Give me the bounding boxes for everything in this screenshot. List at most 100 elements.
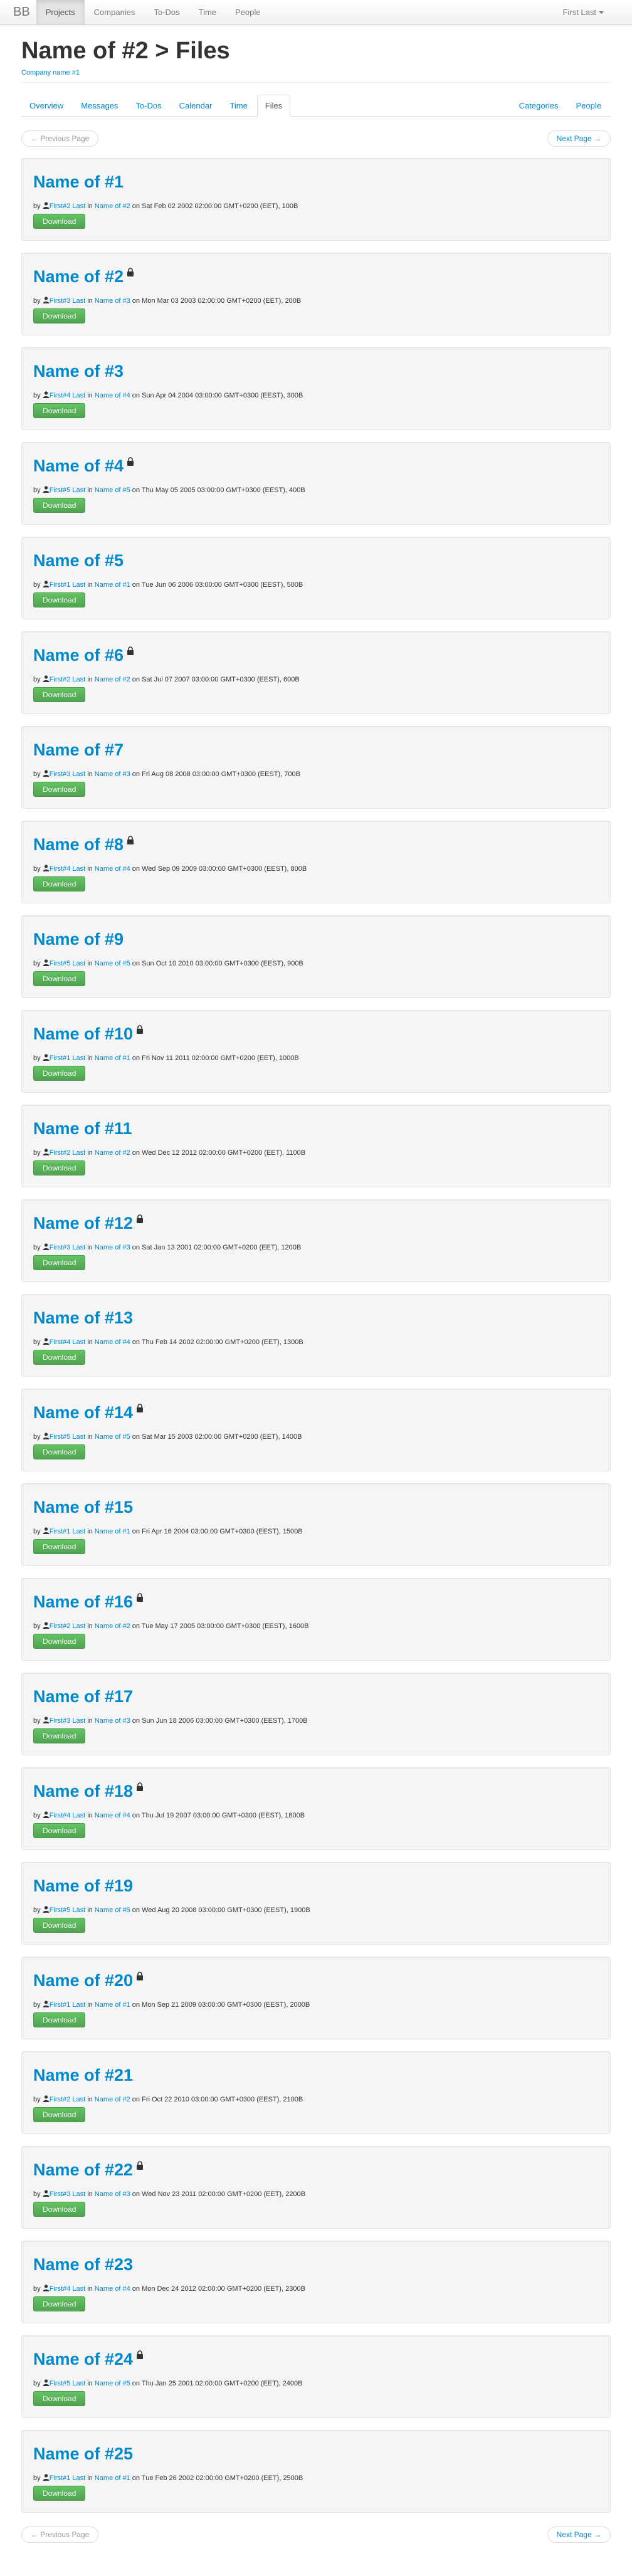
project-link[interactable]: Name of #1 bbox=[95, 2001, 130, 2009]
download-button[interactable]: Download bbox=[33, 498, 86, 513]
project-link[interactable]: Name of #5 bbox=[95, 960, 130, 967]
author-link[interactable]: First#2 Last bbox=[50, 1149, 85, 1157]
download-button[interactable]: Download bbox=[33, 2012, 86, 2027]
download-button[interactable]: Download bbox=[33, 1350, 86, 1365]
next-page-button[interactable]: Next Page → bbox=[547, 130, 611, 147]
file-title-link[interactable]: Name of #15 bbox=[33, 1498, 133, 1517]
download-button[interactable]: Download bbox=[33, 1918, 86, 1933]
author-link[interactable]: First#1 Last bbox=[50, 581, 85, 589]
author-link[interactable]: First#2 Last bbox=[50, 1622, 85, 1630]
download-button[interactable]: Download bbox=[33, 1160, 86, 1175]
file-title-link[interactable]: Name of #4 bbox=[33, 456, 124, 475]
author-link[interactable]: First#4 Last bbox=[50, 865, 85, 873]
file-title-link[interactable]: Name of #22 bbox=[33, 2160, 133, 2179]
file-title-link[interactable]: Name of #18 bbox=[33, 1782, 133, 1801]
download-button[interactable]: Download bbox=[33, 1255, 86, 1270]
download-button[interactable]: Download bbox=[33, 1066, 86, 1081]
project-link[interactable]: Name of #2 bbox=[95, 676, 130, 683]
author-link[interactable]: First#2 Last bbox=[50, 2096, 85, 2103]
nav-item-companies[interactable]: Companies bbox=[85, 0, 145, 24]
user-menu-dropdown[interactable]: First Last bbox=[554, 0, 613, 24]
nav-item-todos[interactable]: To-Dos bbox=[144, 0, 189, 24]
author-link[interactable]: First#4 Last bbox=[50, 1812, 85, 1819]
author-link[interactable]: First#1 Last bbox=[50, 1528, 85, 1535]
project-link[interactable]: Name of #4 bbox=[95, 392, 130, 399]
project-link[interactable]: Name of #1 bbox=[95, 2474, 130, 2482]
project-link[interactable]: Name of #4 bbox=[95, 2285, 130, 2293]
download-button[interactable]: Download bbox=[33, 1823, 86, 1838]
tab-todos[interactable]: To-Dos bbox=[127, 95, 169, 116]
nav-item-people[interactable]: People bbox=[226, 0, 270, 24]
project-link[interactable]: Name of #4 bbox=[95, 865, 130, 873]
tab-files[interactable]: Files bbox=[256, 95, 291, 117]
project-link[interactable]: Name of #5 bbox=[95, 1433, 130, 1441]
download-button[interactable]: Download bbox=[33, 2486, 86, 2501]
next-page-button[interactable]: Next Page → bbox=[547, 2526, 611, 2543]
file-title-link[interactable]: Name of #17 bbox=[33, 1687, 133, 1706]
author-link[interactable]: First#1 Last bbox=[50, 2474, 85, 2482]
brand-logo[interactable]: BB bbox=[9, 0, 36, 24]
download-button[interactable]: Download bbox=[33, 971, 86, 986]
download-button[interactable]: Download bbox=[33, 308, 86, 323]
download-button[interactable]: Download bbox=[33, 214, 86, 229]
project-link[interactable]: Name of #5 bbox=[95, 2380, 130, 2387]
download-button[interactable]: Download bbox=[33, 1634, 86, 1649]
file-title-link[interactable]: Name of #23 bbox=[33, 2255, 133, 2274]
tab-overview[interactable]: Overview bbox=[21, 95, 71, 116]
download-button[interactable]: Download bbox=[33, 2107, 86, 2122]
company-link[interactable]: Company name #1 bbox=[21, 69, 80, 76]
author-link[interactable]: First#3 Last bbox=[50, 1244, 85, 1251]
file-title-link[interactable]: Name of #12 bbox=[33, 1214, 133, 1233]
nav-item-time[interactable]: Time bbox=[189, 0, 226, 24]
file-title-link[interactable]: Name of #25 bbox=[33, 2444, 133, 2463]
file-title-link[interactable]: Name of #14 bbox=[33, 1403, 133, 1422]
file-title-link[interactable]: Name of #1 bbox=[33, 172, 124, 191]
project-link[interactable]: Name of #4 bbox=[95, 1812, 130, 1819]
file-title-link[interactable]: Name of #11 bbox=[33, 1119, 132, 1138]
author-link[interactable]: First#4 Last bbox=[50, 392, 85, 399]
file-title-link[interactable]: Name of #2 bbox=[33, 267, 124, 286]
file-title-link[interactable]: Name of #21 bbox=[33, 2066, 133, 2084]
project-link[interactable]: Name of #3 bbox=[95, 297, 130, 305]
tab-calendar[interactable]: Calendar bbox=[171, 95, 221, 116]
tab-messages[interactable]: Messages bbox=[73, 95, 126, 116]
project-link[interactable]: Name of #1 bbox=[95, 1054, 130, 1062]
download-button[interactable]: Download bbox=[33, 782, 86, 797]
file-title-link[interactable]: Name of #9 bbox=[33, 930, 124, 949]
author-link[interactable]: First#3 Last bbox=[50, 297, 85, 305]
project-link[interactable]: Name of #5 bbox=[95, 486, 130, 494]
author-link[interactable]: First#5 Last bbox=[50, 1433, 85, 1441]
file-title-link[interactable]: Name of #5 bbox=[33, 551, 124, 570]
download-button[interactable]: Download bbox=[33, 1539, 86, 1554]
file-title-link[interactable]: Name of #8 bbox=[33, 835, 124, 854]
previous-page-button[interactable]: ← Previous Page bbox=[21, 130, 99, 147]
download-button[interactable]: Download bbox=[33, 687, 86, 702]
author-link[interactable]: First#5 Last bbox=[50, 960, 85, 967]
project-link[interactable]: Name of #5 bbox=[95, 1906, 130, 1914]
file-title-link[interactable]: Name of #6 bbox=[33, 646, 124, 665]
file-title-link[interactable]: Name of #19 bbox=[33, 1876, 133, 1895]
author-link[interactable]: First#4 Last bbox=[50, 2285, 85, 2293]
project-link[interactable]: Name of #3 bbox=[95, 1244, 130, 1251]
file-title-link[interactable]: Name of #16 bbox=[33, 1592, 133, 1611]
download-button[interactable]: Download bbox=[33, 592, 86, 607]
file-title-link[interactable]: Name of #24 bbox=[33, 2350, 133, 2368]
download-button[interactable]: Download bbox=[33, 403, 86, 418]
file-title-link[interactable]: Name of #20 bbox=[33, 1971, 133, 1990]
author-link[interactable]: First#3 Last bbox=[50, 770, 85, 778]
project-link[interactable]: Name of #2 bbox=[95, 1622, 130, 1630]
project-link[interactable]: Name of #2 bbox=[95, 1149, 130, 1157]
tab-categories[interactable]: Categories bbox=[511, 95, 567, 116]
download-button[interactable]: Download bbox=[33, 876, 86, 891]
project-link[interactable]: Name of #2 bbox=[95, 2096, 130, 2103]
project-link[interactable]: Name of #1 bbox=[95, 1528, 130, 1535]
author-link[interactable]: First#4 Last bbox=[50, 1338, 85, 1346]
author-link[interactable]: First#1 Last bbox=[50, 1054, 85, 1062]
author-link[interactable]: First#2 Last bbox=[50, 676, 85, 683]
project-link[interactable]: Name of #3 bbox=[95, 770, 130, 778]
download-button[interactable]: Download bbox=[33, 1728, 86, 1743]
author-link[interactable]: First#3 Last bbox=[50, 1717, 85, 1725]
author-link[interactable]: First#5 Last bbox=[50, 486, 85, 494]
author-link[interactable]: First#2 Last bbox=[50, 202, 85, 210]
download-button[interactable]: Download bbox=[33, 1444, 86, 1459]
